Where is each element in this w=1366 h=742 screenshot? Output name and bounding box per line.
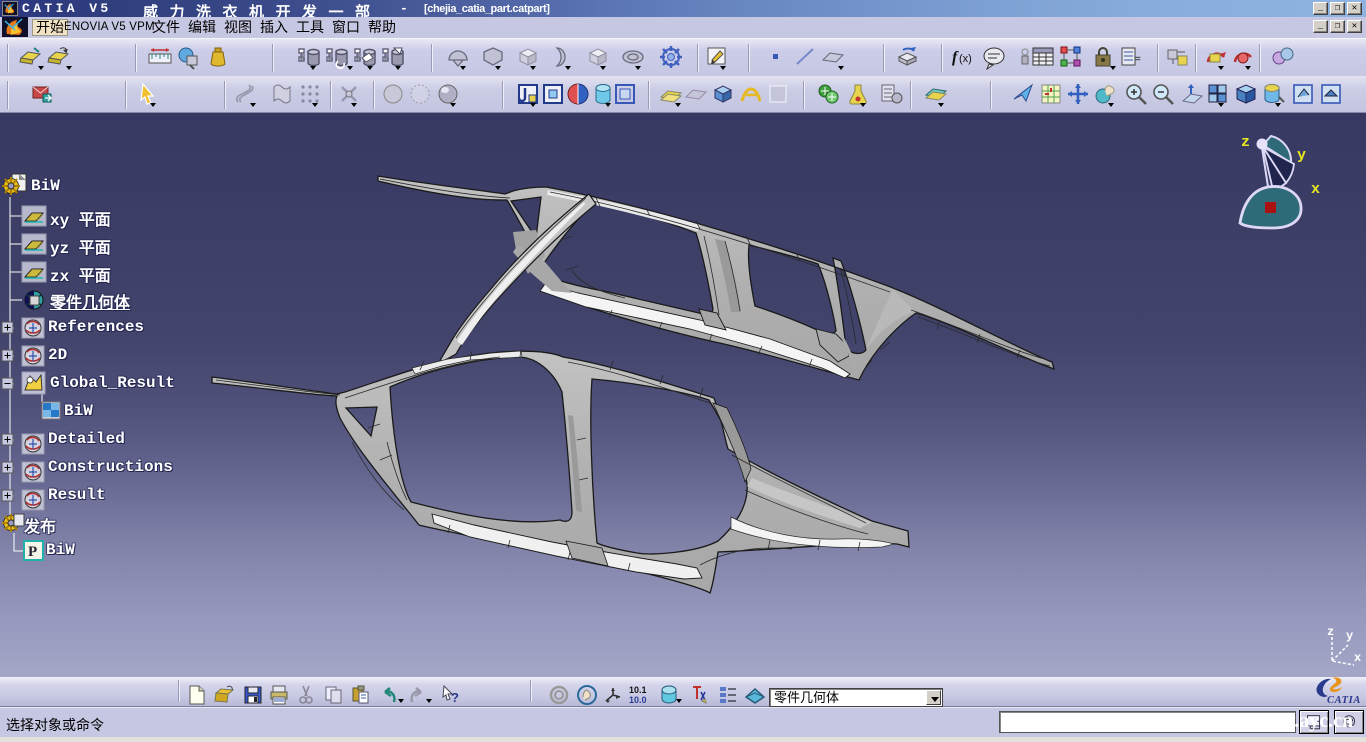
svg-text:10.1: 10.1 (629, 685, 647, 695)
svg-text:=: = (1135, 54, 1141, 65)
svg-text:f: f (952, 49, 959, 66)
svg-text:z: z (1327, 625, 1334, 639)
svg-text:z: z (1241, 134, 1250, 151)
svg-text:P: P (28, 544, 37, 560)
svg-text:(x): (x) (959, 53, 972, 65)
svg-text:x: x (1354, 651, 1361, 665)
svg-text:x: x (1311, 181, 1320, 198)
svg-text:y: y (1297, 147, 1306, 164)
svg-text:?: ? (451, 690, 459, 705)
svg-text:10.0: 10.0 (629, 695, 647, 705)
svg-text:CATIA: CATIA (1327, 695, 1361, 705)
svg-text:y: y (1346, 629, 1353, 643)
